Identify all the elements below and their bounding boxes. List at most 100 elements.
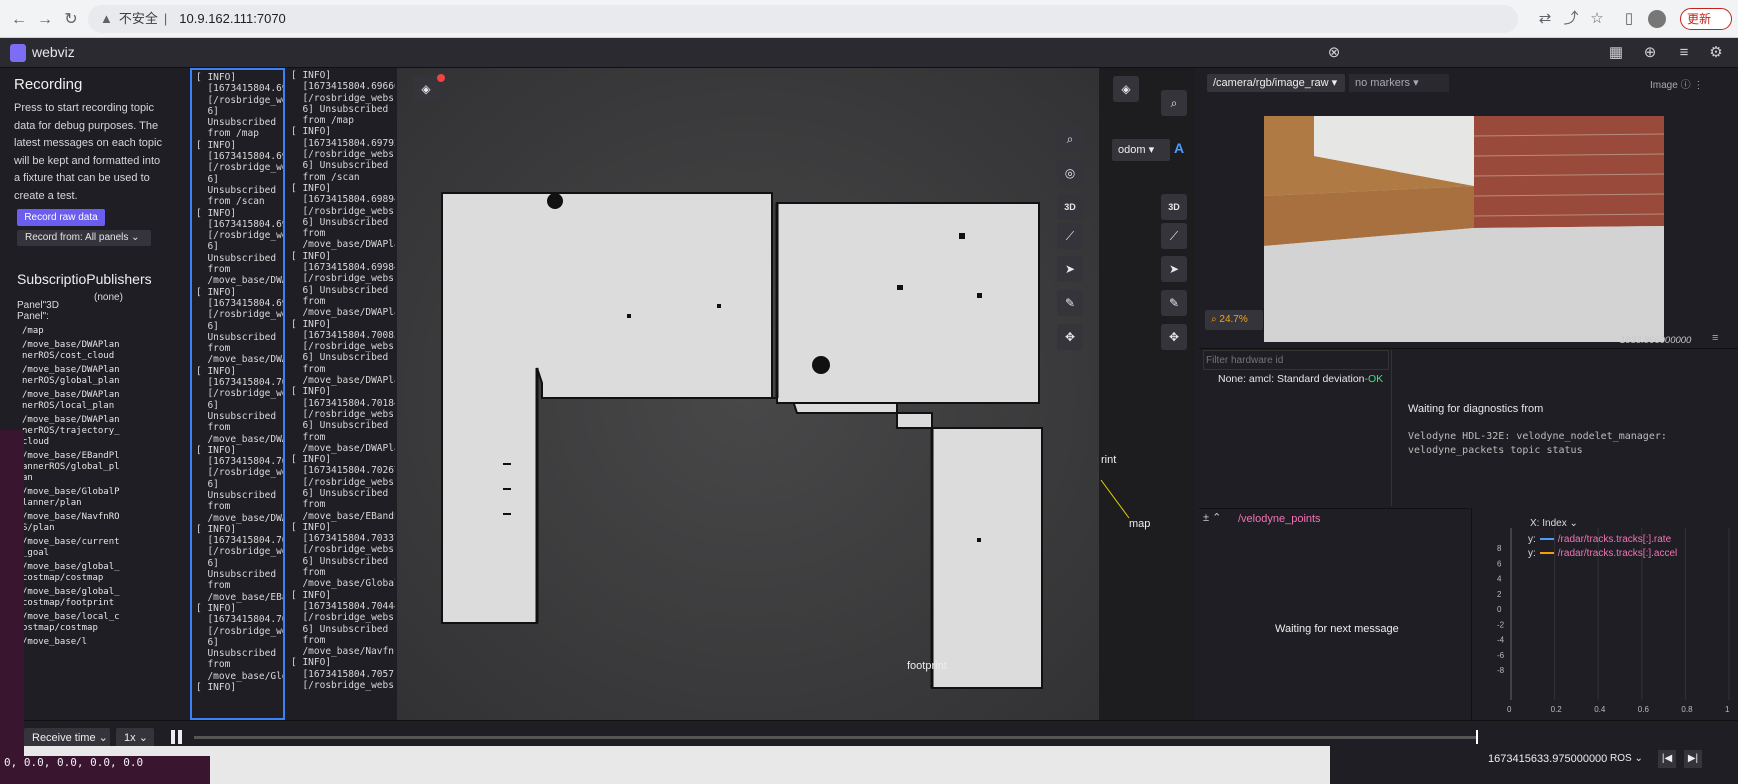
menu-icon[interactable]: ≡ [1712,332,1718,344]
cursor-icon[interactable]: ➤ [1161,256,1187,282]
image-panel-label: Image ⓘ ⋮ [1650,80,1704,91]
share-icon[interactable]: ⤴ [1560,9,1582,29]
update-button[interactable]: 更新 [1680,8,1732,30]
security-label: 不安全 [118,11,158,26]
avatar[interactable] [1648,10,1666,28]
webviz-logo-icon [10,44,26,62]
y-tick-label: 6 [1497,559,1502,568]
move-icon[interactable]: ✥ [1161,324,1187,350]
seek-backward-icon[interactable]: |◀ [1658,750,1676,768]
pencil-icon[interactable]: ✎ [1057,290,1083,316]
search-icon[interactable]: ⌕ [1057,126,1083,152]
list-item: /map [22,326,44,336]
app-header: webviz ⊗ ▦ ⊕ ≡ ⚙ [0,38,1738,68]
y-tick-label: 0 [1497,605,1502,614]
status-ok: -OK [1364,373,1384,385]
layers-icon[interactable]: ◈ [413,76,439,102]
recording-description: Press to start recording topic data for … [14,102,162,202]
ruler-icon[interactable]: ⟋ [1057,223,1083,249]
reload-icon[interactable]: ↻ [60,9,82,31]
footprint-label: footprint [907,660,947,672]
raw-messages-panel [1199,508,1469,720]
publishers-none: (none) [94,292,123,303]
more-icon[interactable]: ⋮ [1693,80,1703,91]
chevron-down-icon: ⌄ [138,732,148,744]
plot-series-0[interactable]: y:/radar/tracks.tracks[:].rate [1528,534,1671,545]
sidebar-icon[interactable]: ▯ [1618,9,1640,29]
3d-panel-secondary[interactable]: ◈ ⌕ 3D ⟋ ➤ ✎ ✥ rint map [1099,68,1195,720]
scrubber-handle[interactable] [1476,730,1478,744]
cursor-icon[interactable]: ➤ [1057,256,1083,282]
playback-scrubber[interactable] [194,736,1476,739]
list-item: /move_base/EBandPlannerROS/global_plan [22,451,120,483]
diagnostic-entry[interactable]: None: amcl: Standard deviation-OK [1218,373,1383,385]
back-icon[interactable]: ← [8,9,30,31]
help-icon[interactable]: ⓘ [1681,80,1691,91]
time-mode-select[interactable]: Receive time ⌄ [24,728,110,748]
search-icon[interactable]: ⌕ [1161,90,1187,116]
terminal-edge [0,430,24,784]
diagnostics-waiting: Waiting for diagnostics from [1408,403,1544,415]
recording-title: Recording [14,76,83,93]
camera-image [1264,116,1664,342]
chevron-down-icon: ⌄ [1634,753,1643,764]
occupancy-map [397,68,1099,720]
list-item: /move_base/DWAPlannerROS/cost_cloud [22,340,120,361]
zoom-level[interactable]: ⌕ 24.7% [1205,310,1263,330]
chevron-down-icon: ⌄ [1569,518,1578,529]
follow-icon[interactable]: A [1174,140,1184,156]
3d-toggle[interactable]: 3D [1161,194,1187,220]
layers-icon[interactable]: ◈ [1113,76,1139,102]
target-icon[interactable]: ◎ [1057,160,1083,186]
seek-forward-icon[interactable]: ▶| [1684,750,1702,768]
frame-select[interactable]: odom ▾ [1112,139,1170,161]
rosout-log-panel[interactable]: [ INFO] [1673415804.69666 [/rosbridge_we… [287,68,395,720]
speed-select[interactable]: 1x ⌄ [116,728,154,748]
gear-icon[interactable]: ⚙ [1706,43,1726,63]
close-icon[interactable]: ⊗ [1324,43,1344,63]
record-from-select[interactable]: Record from: All panels ⌄ [17,230,151,246]
log-text: [ INFO] [1673415804.69 [/rosbridge_we 6]… [196,72,285,694]
raw-topic-input[interactable]: /velodyne_points [1238,513,1321,525]
rosout-log-panel-selected[interactable]: [ INFO] [1673415804.69 [/rosbridge_we 6]… [190,68,285,720]
layout-icon[interactable]: ▦ [1606,43,1626,63]
add-panel-icon[interactable]: ⊕ [1640,43,1660,63]
url-bar[interactable]: ▲ 不安全 | 10.9.162.111:7070 [88,5,1518,33]
translate-icon[interactable]: ⇄ [1534,9,1556,29]
image-topic-select[interactable]: /camera/rgb/image_raw ▾ [1207,74,1345,92]
raw-waiting: Waiting for next message [1275,623,1399,635]
list-item: /move_base/global_costmap/costmap [22,562,120,583]
filter-hardware-input[interactable] [1203,350,1389,370]
x-tick-label: 1 [1725,705,1730,714]
move-icon[interactable]: ✥ [1057,324,1083,350]
star-icon[interactable]: ☆ [1586,9,1608,29]
webviz-app: webviz ⊗ ▦ ⊕ ≡ ⚙ Recording Press to star… [0,38,1738,784]
plot-series-1[interactable]: y:/radar/tracks.tracks[:].accel [1528,548,1677,559]
record-raw-data-button[interactable]: Record raw data [17,209,105,226]
pencil-icon[interactable]: ✎ [1161,290,1187,316]
terminal-text: 0, 0.0, 0.0, 0.0, 0.0 [0,756,210,784]
x-tick-label: 0.8 [1681,705,1693,714]
markers-select[interactable]: no markers ▾ [1349,74,1449,92]
forward-icon[interactable]: → [34,9,56,31]
chevron-down-icon: ⌄ [131,232,140,243]
playback-status-bar [1330,746,1738,784]
diagnostics-detail: Velodyne HDL-32E: velodyne_nodelet_manag… [1408,431,1667,456]
status-dot [437,74,445,82]
internals-panel: Recording Press to start recording topic… [0,68,186,678]
log-text: [ INFO] [1673415804.69666 [/rosbridge_we… [291,70,395,692]
frame-label: rint [1101,454,1117,466]
y-tick-label: -6 [1497,651,1505,660]
source-select[interactable]: ROS ⌄ [1610,753,1643,764]
x-axis-select[interactable]: X: Index ⌄ [1530,518,1578,529]
expand-icon[interactable]: ± ⌃ [1203,511,1221,524]
pause-button[interactable] [168,728,186,748]
ruler-icon[interactable]: ⟋ [1161,223,1187,249]
image-timestamp: 1833.866000000 [1620,335,1692,346]
map-frame-label: map [1129,518,1151,530]
y-tick-label: 8 [1497,544,1502,553]
3d-map-panel[interactable]: ◈ ⌕ ◎ 3D ⟋ ➤ ✎ ✥ footprint [397,68,1099,720]
list-item: /move_base/local_costmap/costmap [22,612,120,633]
3d-toggle[interactable]: 3D [1057,194,1083,220]
database-icon[interactable]: ≡ [1674,43,1694,63]
